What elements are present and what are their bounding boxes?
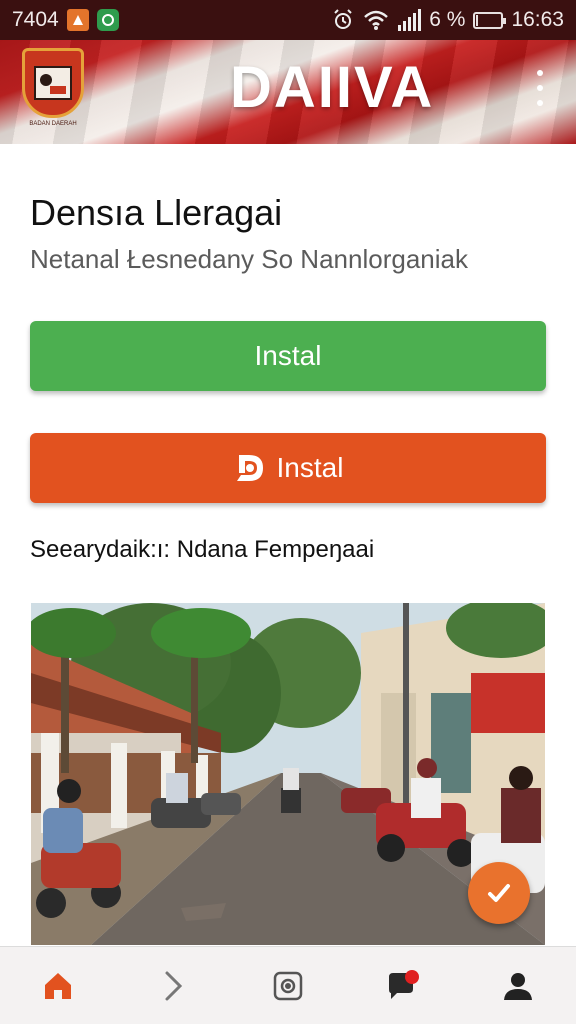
check-fab-button[interactable]: [468, 862, 530, 924]
bottom-navigation: [0, 946, 576, 1024]
battery-fill: [476, 14, 478, 26]
check-icon: [488, 884, 510, 902]
orange-app-icon: [66, 9, 89, 31]
status-right: 6 % 16:63: [331, 8, 564, 32]
install-button-secondary-label: Instal: [276, 452, 344, 483]
chevron-right-icon: [165, 971, 182, 1000]
app-title: DAIIVA: [230, 55, 435, 120]
app-screen: 7404 6 % 16:63 BADAN DAERAH DAIIVA Densı…: [0, 0, 576, 1024]
install-button-secondary[interactable]: Instal: [30, 433, 546, 503]
more-vertical-icon[interactable]: [530, 70, 550, 106]
section-caption: Seearydaik:ı: Ndana Fempeŋaai: [30, 536, 375, 563]
nav-home[interactable]: [28, 956, 88, 1016]
green-app-icon: [96, 9, 119, 31]
d-logo-icon: [233, 451, 267, 485]
install-button-primary[interactable]: Instal: [30, 321, 546, 391]
status-left-text: 7404: [12, 8, 59, 31]
nav-messages[interactable]: [373, 956, 433, 1016]
status-bar: 7404 6 % 16:63: [0, 0, 576, 40]
install-button-primary-label: Instal: [254, 340, 322, 371]
battery-icon: [473, 11, 507, 29]
logo-emblem-icon: [34, 66, 72, 100]
camera-icon: [273, 971, 303, 1000]
nav-camera[interactable]: [258, 956, 318, 1016]
page-subtitle: Netanal Łesnedany So Nannlorganiak: [30, 244, 468, 274]
logo-caption: BADAN DAERAH: [29, 121, 77, 127]
wifi-icon: [363, 9, 389, 31]
profile-icon: [504, 972, 533, 1000]
app-logo[interactable]: [22, 48, 84, 118]
nav-forward[interactable]: [143, 956, 203, 1016]
home-icon: [44, 972, 71, 999]
header-banner: BADAN DAERAH DAIIVA: [0, 40, 576, 144]
chat-notification-icon: [389, 969, 420, 999]
status-time: 16:63: [511, 8, 564, 31]
battery-percent: 6 %: [429, 8, 466, 31]
signal-icon: [397, 9, 422, 31]
page-title: Densıa Lleragai: [30, 192, 283, 233]
alarm-icon: [331, 8, 355, 32]
nav-profile[interactable]: [488, 956, 548, 1016]
status-left: 7404: [12, 8, 119, 32]
